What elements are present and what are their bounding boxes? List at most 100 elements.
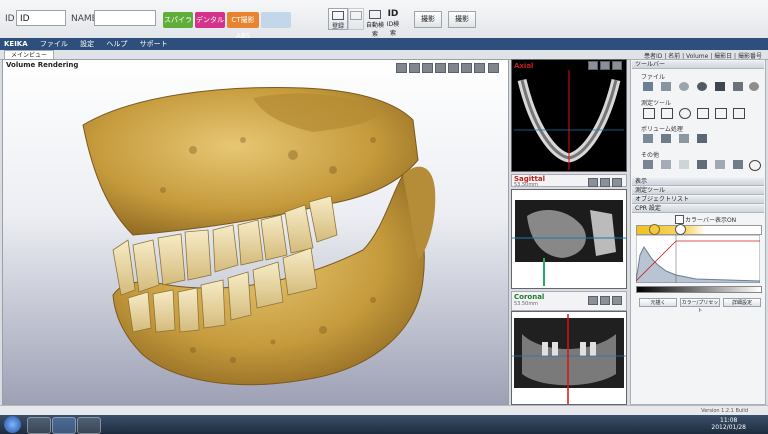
menu-support[interactable]: サポート (140, 40, 168, 48)
view-tool-icon[interactable] (435, 63, 446, 73)
slice-tool-icon[interactable] (612, 296, 622, 305)
color-preset-button[interactable]: カラー/プリセット (680, 298, 720, 314)
advanced-settings-button[interactable]: 詳細設定 (723, 298, 761, 307)
marker-icon[interactable] (661, 160, 671, 169)
patient-toolbar: ID ID NAME スパイラ デンタル CT撮影ABS 登録 自動検索 ID I… (0, 0, 768, 40)
axial-view[interactable]: Axial (511, 59, 627, 172)
menu-help[interactable]: ヘルプ (106, 40, 127, 48)
system-clock: 11:08 2012/01/28 (711, 417, 746, 431)
menu-settings[interactable]: 設定 (80, 40, 94, 48)
axial-image (514, 70, 624, 170)
view-tool-icon[interactable] (488, 63, 499, 73)
coronal-view[interactable] (511, 311, 627, 405)
polygon-tool-icon[interactable] (715, 108, 727, 119)
disabled-tool (348, 8, 364, 30)
measure-tools-section[interactable]: 測定ツール (632, 187, 764, 195)
flip-icon[interactable] (733, 160, 743, 169)
id-search-icon: ID (387, 9, 399, 19)
name-input[interactable] (94, 10, 156, 26)
redraw-button[interactable]: 元描く (639, 298, 677, 307)
coronal-header: Coronal 53.50mm (511, 291, 627, 311)
crop-icon[interactable] (643, 134, 653, 143)
ruler-icon[interactable] (643, 108, 655, 119)
open-folder-icon[interactable] (643, 82, 653, 91)
file-section-label: ファイル (641, 74, 666, 81)
dental-button[interactable]: デンタル (195, 12, 225, 28)
monitor-icon (369, 10, 381, 19)
other-section-label: その他 (641, 152, 660, 159)
view-tool-icon[interactable] (448, 63, 459, 73)
colorbar-checkbox[interactable] (675, 215, 684, 224)
colorbar-label: カラーバー表示ON (685, 217, 737, 224)
tooth-icon[interactable] (697, 160, 707, 169)
media-taskbar-icon[interactable] (77, 417, 101, 434)
disabled-tool-icon (350, 11, 362, 20)
view-tool-icon[interactable] (461, 63, 472, 73)
object-list-section[interactable]: オブジェクトリスト (632, 196, 764, 204)
export-icon[interactable] (679, 82, 689, 91)
preset-handle[interactable] (675, 224, 686, 235)
view-tool-icon[interactable] (474, 63, 485, 73)
save-icon[interactable] (661, 82, 671, 91)
app-taskbar-icon[interactable] (52, 417, 76, 434)
id-input[interactable]: ID (16, 10, 66, 26)
cpr-settings-section[interactable]: CPR 設定 (632, 205, 764, 213)
sagittal-image (512, 200, 626, 286)
version-text: Version 1.2.1 Build (701, 408, 748, 414)
id-search-tool[interactable]: ID ID検索 (384, 8, 402, 37)
view-tool-icon[interactable] (422, 63, 433, 73)
register-icon (332, 11, 344, 20)
measure-section-label: 測定ツール (641, 100, 672, 107)
volume-rendering-view[interactable]: Volume Rendering (2, 59, 509, 405)
slice-tool-icon[interactable] (588, 178, 598, 187)
sagittal-view[interactable] (511, 189, 627, 289)
jaw-3d-model[interactable] (73, 80, 453, 400)
slice-tool-icon[interactable] (600, 178, 610, 187)
preset-handle[interactable] (649, 224, 660, 235)
cut-icon[interactable] (661, 134, 671, 143)
menu-file[interactable]: ファイル (40, 40, 68, 48)
slice-tool-icon[interactable] (588, 61, 598, 70)
slice-tool-icon[interactable] (612, 61, 622, 70)
capture-button[interactable]: 撮影 (448, 11, 476, 28)
disc-icon[interactable] (697, 82, 707, 91)
view-tool-icon[interactable] (396, 63, 407, 73)
os-taskbar: 11:08 2012/01/28 (0, 415, 768, 434)
register-tool[interactable]: 登録 (328, 8, 348, 30)
display-section[interactable]: 表示 (632, 178, 764, 186)
view-tool-icon[interactable] (409, 63, 420, 73)
clock-time: 11:08 (720, 417, 738, 424)
slice-tool-icon[interactable] (600, 61, 610, 70)
slice-tool-icon[interactable] (588, 296, 598, 305)
id-label: ID (5, 14, 15, 24)
register-button[interactable]: 撮影 (414, 11, 442, 28)
settings-icon[interactable] (749, 82, 759, 91)
rectangle-tool-icon[interactable] (697, 108, 709, 119)
slice-tool-icon[interactable] (612, 178, 622, 187)
copy-icon[interactable] (697, 134, 707, 143)
angle-icon[interactable] (661, 108, 673, 119)
curve-icon[interactable] (715, 160, 725, 169)
reset-icon[interactable] (749, 160, 761, 171)
pen-icon[interactable] (643, 160, 653, 169)
ct-capture-button[interactable]: CT撮影ABS (227, 12, 259, 40)
spiral-button[interactable]: スパイラ (163, 12, 193, 28)
print-icon[interactable] (733, 82, 743, 91)
slice-tool-icon[interactable] (600, 296, 610, 305)
sagittal-thickness: 53.50mm (514, 182, 539, 188)
eraser-icon[interactable] (679, 160, 689, 169)
histogram-graph[interactable] (636, 235, 760, 283)
text-tool-icon[interactable] (733, 108, 745, 119)
application-window: ID ID NAME スパイラ デンタル CT撮影ABS 登録 自動検索 ID I… (0, 0, 768, 434)
explorer-taskbar-icon[interactable] (27, 417, 51, 434)
panel-header[interactable]: ツールバー (632, 61, 764, 69)
camera-icon[interactable] (715, 82, 725, 91)
circle-tool-icon[interactable] (679, 108, 691, 119)
auto-search-tool[interactable]: 自動検索 (366, 8, 384, 38)
menu-bar: KEIKA ファイル 設定 ヘルプ サポート (0, 38, 768, 50)
layers-icon[interactable] (679, 134, 689, 143)
coronal-image (512, 314, 626, 404)
start-button-icon[interactable] (4, 416, 21, 433)
disabled-mode-button (261, 12, 291, 28)
app-title: KEIKA (4, 40, 28, 48)
